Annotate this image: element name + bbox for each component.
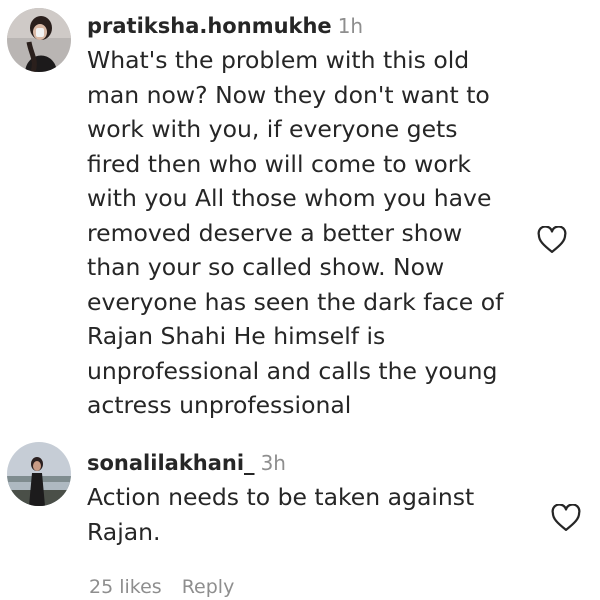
timestamp[interactable]: 1h: [338, 14, 363, 38]
comment-meta: 25 likes Reply: [89, 576, 254, 598]
comment-text-line: with you All those whom you have: [87, 184, 492, 212]
comment-header: pratiksha.honmukhe 1h: [87, 12, 527, 40]
comment-item: pratiksha.honmukhe 1h What's the problem …: [0, 0, 600, 432]
avatar[interactable]: [7, 8, 71, 72]
like-button[interactable]: [551, 503, 581, 532]
comment-text-line: What's the problem with this old: [87, 46, 470, 74]
comment-header: sonalilakhani_ 3h: [87, 449, 527, 477]
heart-outline-icon: [551, 503, 581, 531]
comment-text: Action needs to be taken against Rajan.: [87, 480, 527, 549]
comment-body: sonalilakhani_ 3h Action needs to be take…: [87, 449, 527, 549]
comment-body: pratiksha.honmukhe 1h What's the problem …: [87, 12, 527, 423]
avatar[interactable]: [7, 442, 71, 506]
comment-text: What's the problem with this old man now…: [87, 43, 527, 423]
profile-photo-icon: [7, 442, 71, 506]
comment-text-line: work with you, if everyone gets: [87, 115, 458, 143]
comment-text-line: than your so called show. Now: [87, 253, 445, 281]
comment-text-line: removed deserve a better show: [87, 218, 463, 247]
username-link[interactable]: pratiksha.honmukhe: [87, 14, 332, 38]
comment-text-line: unprofessional and calls the young: [87, 356, 498, 385]
comment-text-line: Action needs to be taken against: [87, 483, 475, 511]
comment-text-line: actress unprofessional: [87, 391, 352, 419]
comment-item: sonalilakhani_ 3h Action needs to be take…: [0, 436, 600, 600]
username-link[interactable]: sonalilakhani_: [87, 451, 255, 475]
likes-count[interactable]: 25 likes: [89, 576, 162, 598]
comment-text-line: fired then who will come to work: [87, 149, 472, 178]
comment-text-line: Rajan.: [87, 517, 161, 546]
timestamp[interactable]: 3h: [261, 451, 286, 475]
profile-photo-icon: [7, 8, 71, 72]
reply-button[interactable]: Reply: [182, 576, 235, 598]
comment-text-line: man now? Now they don't want to: [87, 80, 490, 109]
comment-text-line: Rajan Shahi He himself is: [87, 322, 386, 350]
comment-text-line: everyone has seen the dark face of: [87, 287, 504, 316]
like-button[interactable]: [537, 225, 567, 254]
heart-outline-icon: [537, 225, 567, 253]
